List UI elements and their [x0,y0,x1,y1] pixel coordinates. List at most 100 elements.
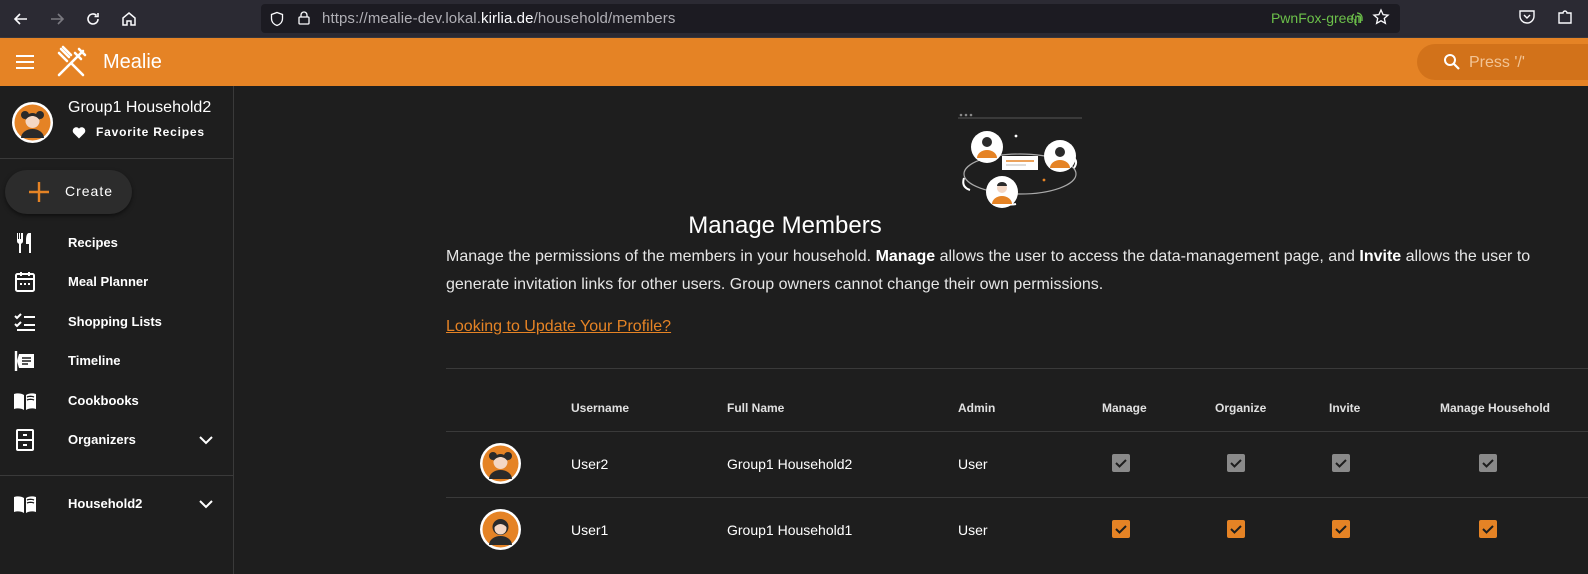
sidebar-item-label: Household2 [68,496,143,511]
members-illustration [958,113,1082,208]
pocket-icon[interactable] [1518,8,1536,26]
forward-button[interactable] [40,2,74,36]
create-button[interactable]: Create [5,170,132,214]
column-header-manage[interactable]: Manage [1102,401,1147,415]
avatar [480,443,521,484]
address-bar[interactable]: https://mealie-dev.lokal.kirlia.de/house… [261,4,1400,33]
plus-icon [29,182,49,202]
shield-icon[interactable] [269,11,285,27]
sidebar-item-label: Shopping Lists [68,314,162,329]
description-manage: Manage [875,248,936,265]
sidebar-item-meal-planner[interactable]: Meal Planner [0,262,233,302]
sidebar-item-label: Organizers [68,432,136,447]
table-row-divider [446,431,1588,432]
check-icon [1115,459,1127,468]
page-title: Manage Members [688,212,882,239]
description-invite: Invite [1359,248,1402,265]
description-text: allows the user to access the data-manag… [935,248,1360,265]
favorite-recipes-link[interactable]: Favorite Recipes [72,125,205,139]
heart-icon [72,126,86,138]
sidebar-item-shopping-lists[interactable]: Shopping Lists [0,302,233,342]
organize-checkbox[interactable] [1227,520,1245,538]
check-icon [1115,525,1127,534]
home-icon [122,11,136,26]
column-header-admin[interactable]: Admin [958,401,995,415]
divider [0,158,233,159]
check-icon [1335,459,1347,468]
cabinet-icon [16,429,34,451]
search-input[interactable]: Press '/' [1417,44,1588,80]
column-header-manage-household[interactable]: Manage Household [1440,401,1550,415]
chevron-down-icon[interactable] [196,430,216,450]
avatar[interactable] [12,102,53,143]
checklist-icon [14,313,35,331]
menu-icon[interactable] [14,52,36,72]
search-placeholder: Press '/' [1469,54,1525,71]
page-description: Manage the permissions of the members in… [446,243,1566,299]
description-text: Manage the permissions of the members in… [446,248,876,265]
calendar-icon [15,272,35,292]
main-content [234,86,1588,574]
app-title[interactable]: Mealie [103,51,162,74]
manage-household-checkbox[interactable] [1479,454,1497,472]
reload-icon [87,12,99,25]
check-icon [1482,525,1494,534]
check-icon [1230,525,1242,534]
book-open-icon [14,393,36,410]
mealie-logo-icon[interactable] [55,45,89,79]
back-button[interactable] [4,2,38,36]
organize-checkbox[interactable] [1227,454,1245,472]
check-icon [1335,525,1347,534]
browser-toolbar: https://mealie-dev.lokal.kirlia.de/house… [0,0,1588,38]
column-header-organize[interactable]: Organize [1215,401,1266,415]
book-open-icon [14,496,36,513]
sidebar-item-cookbooks[interactable]: Cookbooks [0,381,233,421]
search-icon [1444,54,1460,70]
user-avatar-icon [482,445,519,482]
arrow-right-icon [51,12,65,25]
table-row-divider [446,497,1588,498]
arrow-left-icon [13,12,27,25]
bookmark-star-icon[interactable] [1372,8,1390,26]
update-profile-link[interactable]: Looking to Update Your Profile? [446,318,671,336]
timeline-icon [14,351,34,371]
invite-checkbox[interactable] [1332,520,1350,538]
column-header-full-name[interactable]: Full Name [727,401,784,415]
divider [0,475,233,476]
sidebar-item-timeline[interactable]: Timeline [0,341,233,381]
manage-household-checkbox[interactable] [1479,520,1497,538]
sidebar-item-household[interactable]: Household2 [0,484,233,524]
app-header: Mealie Press '/' [0,38,1588,86]
check-icon [1482,459,1494,468]
row-admin: User [958,456,988,472]
column-header-invite[interactable]: Invite [1329,401,1360,415]
manage-checkbox[interactable] [1112,520,1130,538]
column-header-username[interactable]: Username [571,401,629,415]
create-label: Create [65,183,114,199]
sidebar-item-label: Cookbooks [68,393,139,408]
extensions-icon[interactable] [1556,8,1574,26]
sidebar-item-label: Timeline [68,353,121,368]
avatar [480,509,521,550]
user-avatar-icon [482,511,519,548]
sidebar-item-organizers[interactable]: Organizers [0,420,233,460]
container-label: PwnFox-green [1270,10,1362,26]
home-button[interactable] [112,2,146,36]
chevron-down-icon[interactable] [196,494,216,514]
row-username: User2 [571,456,609,472]
row-full-name: Group1 Household1 [727,522,853,538]
row-admin: User [958,522,988,538]
reload-button[interactable] [76,2,110,36]
row-full-name: Group1 Household2 [727,456,853,472]
row-username: User1 [571,522,609,538]
manage-checkbox[interactable] [1112,454,1130,472]
url-text: https://mealie-dev.lokal.kirlia.de/house… [322,10,676,27]
lock-icon[interactable] [296,10,312,26]
user-avatar-icon [14,104,51,141]
favorite-recipes-label: Favorite Recipes [96,125,205,139]
sidebar-item-label: Meal Planner [68,274,149,289]
fingerprint-icon[interactable] [1350,11,1364,27]
invite-checkbox[interactable] [1332,454,1350,472]
profile-name: Group1 Household2 [68,99,212,116]
sidebar: Group1 Household2 Favorite Recipes Creat… [0,86,234,574]
